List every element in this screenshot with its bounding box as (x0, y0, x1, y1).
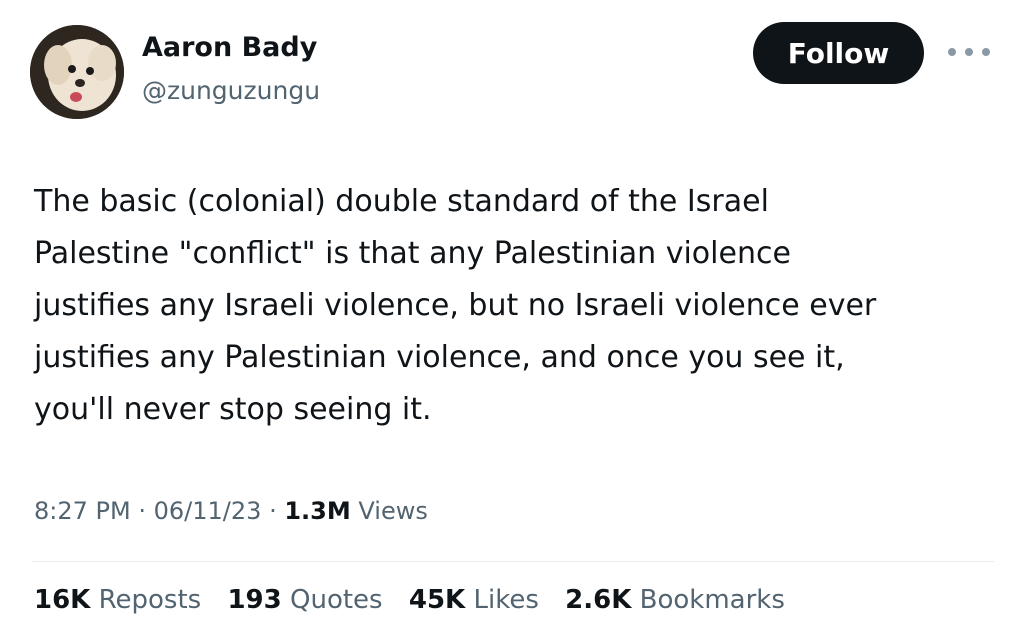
avatar-dog-image (30, 25, 124, 119)
tweet-time[interactable]: 8:27 PM (34, 497, 131, 525)
engagement-stats: 16K Reposts 193 Quotes 45K Likes 2.6K Bo… (34, 583, 803, 617)
reposts-label: Reposts (98, 585, 202, 615)
avatar[interactable] (30, 25, 124, 119)
more-dot (948, 48, 956, 56)
more-dot (982, 48, 990, 56)
meta-separator: · (269, 497, 277, 525)
reposts-stat[interactable]: 16K Reposts (34, 585, 209, 615)
author-handle[interactable]: @zunguzungu (142, 74, 320, 108)
bookmarks-stat[interactable]: 2.6K Bookmarks (565, 585, 785, 615)
tweet-date[interactable]: 06/11/23 (154, 497, 262, 525)
more-dot (965, 48, 973, 56)
bookmarks-count: 2.6K (565, 585, 632, 615)
views-label: Views (358, 497, 428, 525)
quotes-label: Quotes (290, 585, 383, 615)
follow-button[interactable]: Follow (753, 22, 924, 84)
tweet-text: The basic (colonial) double standard of … (34, 184, 877, 427)
author-display-name[interactable]: Aaron Bady (142, 30, 317, 66)
bookmarks-label: Bookmarks (639, 585, 785, 615)
tweet-meta: 8:27 PM · 06/11/23 · 1.3M Views (34, 494, 428, 528)
reposts-count: 16K (34, 585, 91, 615)
divider (32, 561, 994, 562)
likes-stat[interactable]: 45K Likes (409, 585, 547, 615)
more-horizontal-icon[interactable] (948, 40, 990, 64)
quotes-count: 193 (227, 585, 282, 615)
likes-label: Likes (473, 585, 539, 615)
meta-separator: · (138, 497, 146, 525)
likes-count: 45K (408, 585, 466, 615)
views-count: 1.3M (284, 497, 351, 525)
quotes-stat[interactable]: 193 Quotes (227, 585, 390, 615)
